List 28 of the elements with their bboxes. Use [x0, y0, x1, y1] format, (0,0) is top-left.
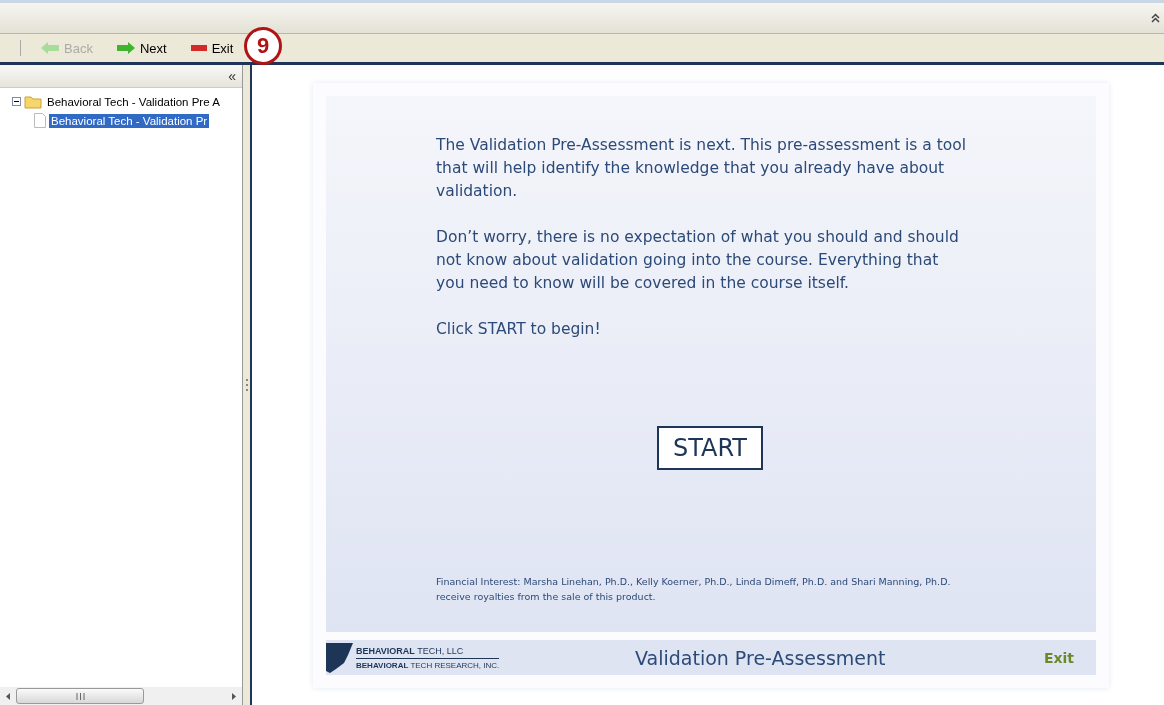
scroll-right-icon[interactable] — [232, 692, 236, 700]
disclaimer-text: Financial Interest: Marsha Linehan, Ph.D., Kelly Koerner, Ph.D., Linda Dimeff, Ph.D. and Shari Manning, Ph.D. receive royalties from the sale of this product. — [436, 575, 952, 604]
tree-item[interactable]: Behavioral Tech - Validation Pr — [49, 113, 210, 128]
logo-subtext: BEHAVIORAL TECH RESEARCH, INC. — [356, 659, 500, 670]
next-button[interactable]: Next — [106, 38, 177, 58]
start-button[interactable]: START — [656, 426, 763, 470]
exit-button[interactable]: Exit — [180, 38, 244, 58]
right-arrow-icon — [116, 42, 135, 54]
collapse-icon[interactable] — [1151, 13, 1160, 23]
scroll-left-icon[interactable] — [6, 692, 10, 700]
splitter-grip-icon[interactable] — [245, 378, 248, 392]
folder-icon — [24, 94, 42, 109]
left-arrow-icon — [41, 42, 59, 54]
document-icon — [34, 113, 46, 128]
grip-icon — [75, 692, 85, 700]
step-number-badge: 9 — [244, 27, 282, 65]
collapse-panel-button[interactable]: « — [228, 68, 236, 84]
horizontal-scrollbar[interactable] — [0, 687, 242, 705]
logo-icon — [326, 642, 353, 673]
minus-icon — [190, 45, 207, 51]
slide-paragraph: Don’t worry, there is no expectation of what you should and should not know about validation going into the course. Everything that you need to know will be covered in the course itself. — [436, 227, 960, 294]
collapse-toggle-icon[interactable] — [12, 97, 21, 106]
slide-title: Validation Pre-Assessment — [634, 646, 887, 669]
slide-paragraph: The Validation Pre-Assessment is next. This pre-assessment is a tool that will help identify the knowledge that you already have about validation. — [436, 135, 966, 202]
tree-item[interactable]: Behavioral Tech - Validation Pre A — [45, 94, 222, 109]
scrollbar-thumb[interactable] — [16, 688, 144, 704]
logo-text: BEHAVIORAL TECH, LLC — [356, 645, 500, 659]
slide-paragraph: Click START to begin! — [436, 319, 602, 340]
